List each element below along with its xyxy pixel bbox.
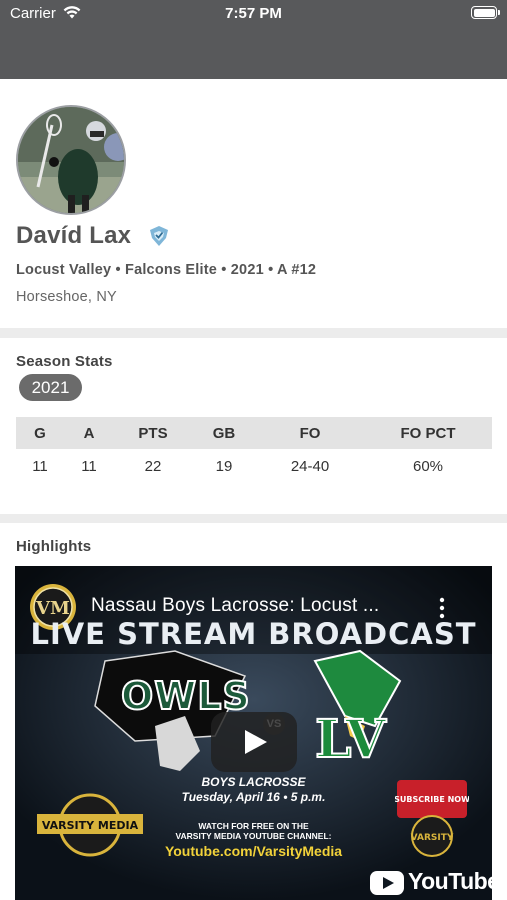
stat-value: 19 [215, 457, 233, 475]
youtube-play-icon [370, 871, 404, 895]
video-title[interactable]: Nassau Boys Lacrosse: Locust ... [91, 595, 379, 617]
subscribe-badge: SUBSCRIBE NOW VARSITY [395, 780, 469, 857]
play-button[interactable] [211, 712, 297, 772]
thumbnail-banner: LIVE STREAM BROADCAST [30, 617, 477, 651]
stats-table: G A PTS GB FO FO PCT 11 11 22 19 24-40 6… [16, 417, 492, 483]
player-details: Locust Valley • Falcons Elite • 2021 • A… [16, 262, 317, 278]
video-player[interactable]: VM Nassau Boys Lacrosse: Locust ... LIVE… [15, 566, 492, 900]
varsity-logo-text: VARSITY MEDIA [42, 819, 139, 832]
player-photo [18, 107, 124, 213]
status-row: Carrier 7:57 PM [0, 0, 507, 28]
subscribe-logo-text: VARSITY [411, 833, 454, 843]
team-2-logo-text: LV [314, 708, 387, 771]
highlights-section: Highlights VM Nassau Boys Lacrosse: Locu… [0, 523, 507, 900]
clock: 7:57 PM [225, 5, 282, 22]
stat-value: 11 [32, 457, 48, 475]
youtube-wordmark: YouTube [408, 868, 492, 894]
stat-value: 24-40 [290, 457, 330, 475]
stat-header: GB [192, 417, 256, 449]
stat-value: 11 [81, 457, 97, 475]
profile-header: Davíd Lax Locust Valley • Falcons Elite … [0, 79, 507, 328]
stat-header: A [64, 417, 114, 449]
stat-header: G [16, 417, 64, 449]
battery-icon [471, 6, 500, 19]
channel-logo-text: VM [35, 598, 70, 619]
year-selector[interactable]: 2021 [19, 374, 82, 401]
stat-header: FO PCT [364, 417, 492, 449]
player-name: Davíd Lax [16, 222, 132, 249]
name-row: Davíd Lax [16, 222, 168, 252]
highlights-title: Highlights [16, 538, 92, 555]
season-stats-section: Season Stats 2021 G A PTS GB FO FO PCT 1… [0, 338, 507, 514]
section-divider [0, 328, 507, 338]
player-location: Horseshoe, NY [16, 289, 117, 305]
stat-value: 22 [144, 457, 162, 475]
verified-badge-icon [150, 226, 168, 246]
stats-header-row: G A PTS GB FO FO PCT [16, 417, 492, 449]
status-bar: Carrier 7:57 PM [0, 0, 507, 79]
stat-value: 60% [412, 457, 444, 475]
subscribe-text: SUBSCRIBE NOW [395, 795, 469, 804]
table-row: 11 11 22 19 24-40 60% [16, 449, 492, 483]
avatar[interactable] [16, 105, 126, 215]
stat-header: PTS [114, 417, 192, 449]
stat-header: FO [256, 417, 364, 449]
season-stats-title: Season Stats [16, 353, 113, 370]
varsity-media-logo: VARSITY MEDIA [37, 793, 143, 857]
